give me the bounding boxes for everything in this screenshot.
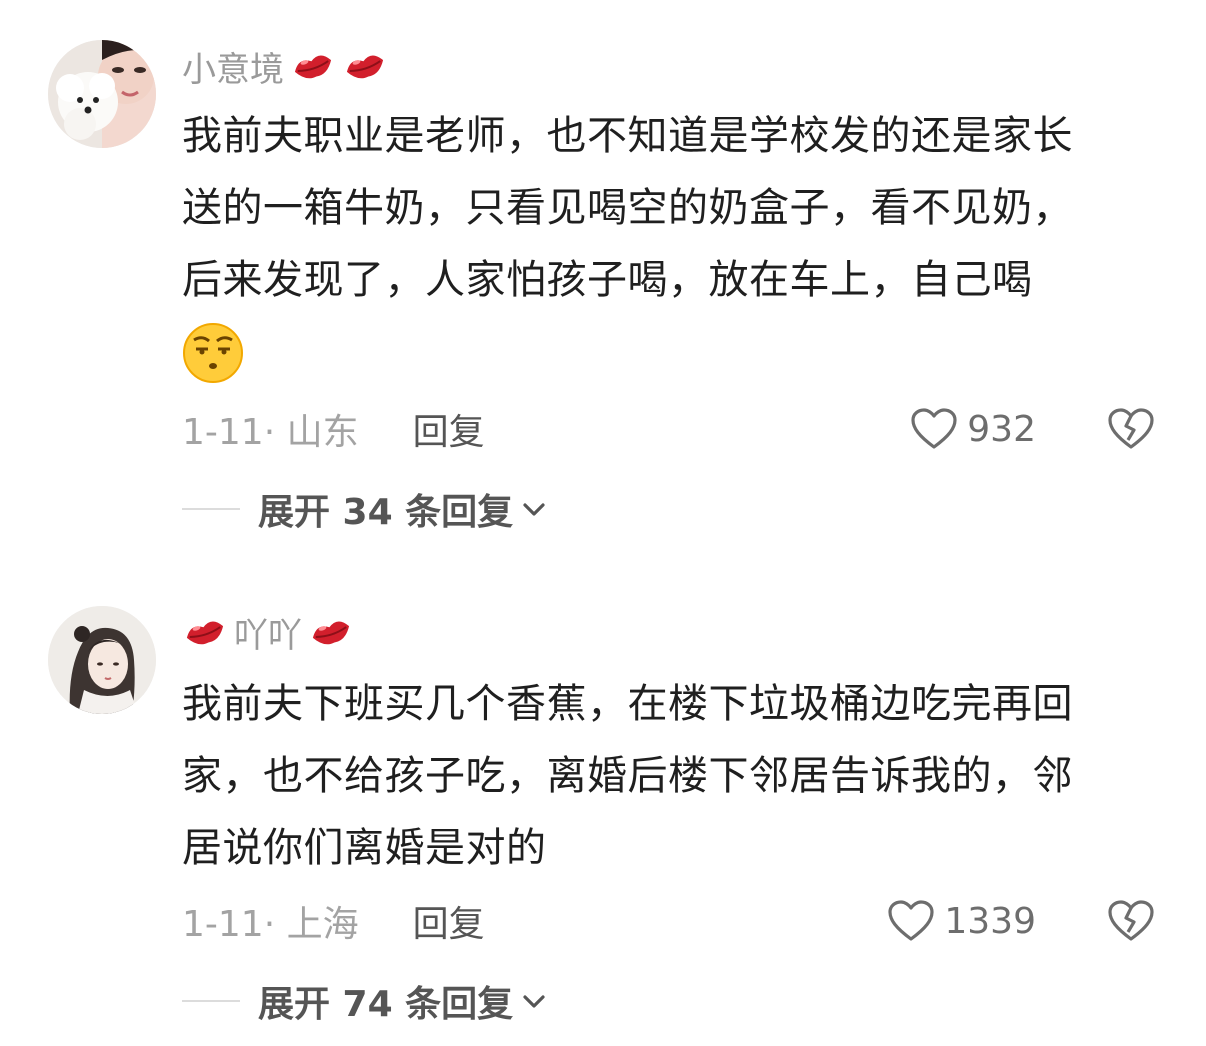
comment-text-line: 家，也不给孩子吃，离婚后楼下邻居告诉我的，邻	[182, 753, 1073, 799]
divider-line	[182, 508, 240, 510]
expand-replies-row: 展开 34 条回复	[182, 484, 547, 534]
lips-icon	[308, 615, 354, 649]
reply-button[interactable]: 回复	[413, 403, 485, 455]
comment-meta-row: 1-11· 上海 回复 1339	[182, 896, 1156, 946]
like-button[interactable]: 932	[909, 406, 1036, 452]
expand-replies-label: 展开 34 条回复	[258, 492, 514, 533]
expand-replies-button[interactable]: 展开 74 条回复	[258, 975, 547, 1027]
username[interactable]: 小意境	[182, 42, 284, 91]
avatar[interactable]	[48, 40, 156, 148]
broken-heart-icon	[1108, 408, 1154, 449]
comment-text-line: 后来发现了，人家怕孩子喝，放在车上，自己喝	[182, 257, 1033, 303]
username-row: 小意境	[182, 42, 388, 91]
username-row: 吖吖	[182, 608, 354, 657]
like-button[interactable]: 1339	[886, 898, 1036, 944]
avatar[interactable]	[48, 606, 156, 714]
comment-text-line: 我前夫职业是老师，也不知道是学校发的还是家长	[182, 113, 1073, 159]
reply-button[interactable]: 回复	[413, 895, 485, 947]
like-count: 1339	[944, 900, 1036, 942]
heart-outline-icon	[888, 900, 934, 941]
comment-text-line: 送的一箱牛奶，只看见喝空的奶盒子，看不见奶，	[182, 185, 1073, 231]
poodle-selfie-avatar-icon	[48, 40, 156, 148]
lips-icon	[182, 615, 228, 649]
expand-replies-button[interactable]: 展开 34 条回复	[258, 483, 547, 535]
chevron-down-icon	[523, 503, 545, 516]
expand-replies-row: 展开 74 条回复	[182, 976, 547, 1026]
heart-outline-icon	[911, 408, 957, 449]
broken-heart-icon	[1108, 900, 1154, 941]
unamused-face-icon	[182, 322, 244, 384]
date-location: 1-11· 上海	[182, 904, 359, 945]
divider-line	[182, 1000, 240, 1002]
illustrated-girl-avatar-icon	[48, 606, 156, 714]
dislike-button[interactable]	[1106, 898, 1156, 944]
comment-text: 我前夫职业是老师，也不知道是学校发的还是家长 送的一箱牛奶，只看见喝空的奶盒子，…	[182, 100, 1172, 407]
username[interactable]: 吖吖	[234, 608, 302, 657]
comment-text-line: 居说你们离婚是对的	[182, 825, 547, 871]
comment-text: 我前夫下班买几个香蕉，在楼下垃圾桶边吃完再回 家，也不给孩子吃，离婚后楼下邻居告…	[182, 668, 1172, 884]
chevron-down-icon	[523, 995, 545, 1008]
lips-icon	[342, 49, 388, 83]
expand-replies-label: 展开 74 条回复	[258, 984, 514, 1025]
comment-meta-row: 1-11· 山东 回复 932	[182, 404, 1156, 454]
comment-text-line: 我前夫下班买几个香蕉，在楼下垃圾桶边吃完再回	[182, 681, 1073, 727]
date-location: 1-11· 山东	[182, 412, 359, 453]
dislike-button[interactable]	[1106, 406, 1156, 452]
like-count: 932	[967, 408, 1036, 450]
lips-icon	[290, 49, 336, 83]
